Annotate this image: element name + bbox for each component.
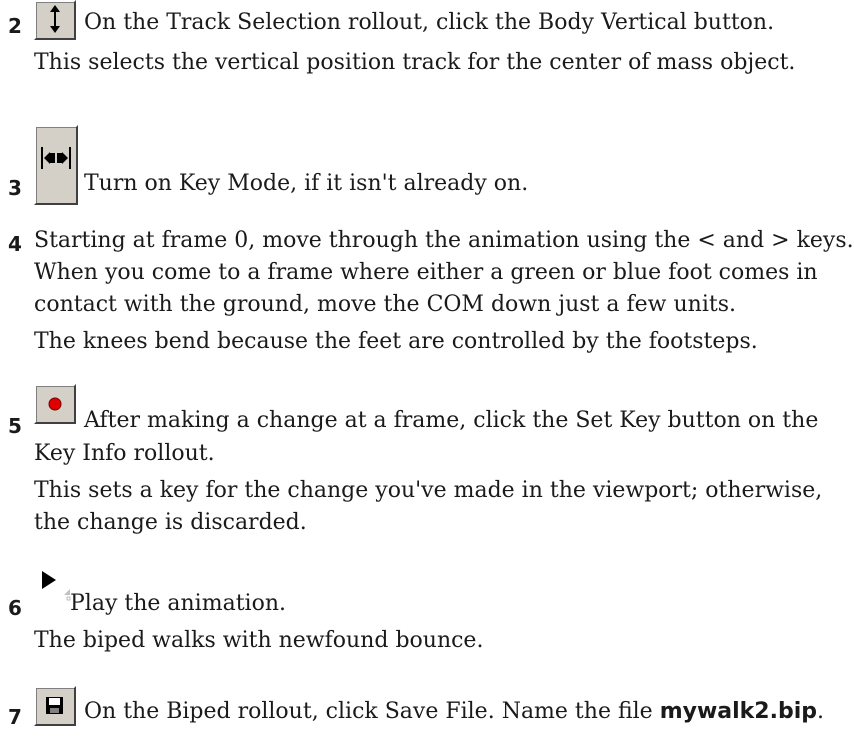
body-vertical-button[interactable] (34, 0, 76, 40)
set-key-icon (48, 397, 62, 411)
save-file-button[interactable] (34, 686, 76, 726)
step-result-line: the change is discarded. (34, 510, 307, 535)
step-number: 3 (8, 176, 22, 200)
step-instruction-line: contact with the ground, move the COM do… (34, 292, 736, 317)
step-number: 5 (8, 414, 22, 438)
step-number: 7 (8, 705, 22, 729)
file-name: mywalk2.bip (659, 699, 817, 724)
key-mode-button[interactable] (34, 125, 78, 205)
step-result-line: This sets a key for the change you've ma… (34, 478, 823, 503)
set-key-button[interactable] (34, 384, 76, 424)
body-vertical-icon (50, 5, 60, 33)
step-result: The knees bend because the feet are cont… (34, 329, 758, 354)
step-instruction-line: Key Info rollout. (34, 441, 215, 466)
step-instruction-line: When you come to a frame where either a … (34, 260, 818, 285)
step-instruction-line: Starting at frame 0, move through the an… (34, 228, 854, 253)
step-instruction: Play the animation. (70, 591, 286, 616)
key-mode-icon (41, 147, 71, 169)
step-number: 4 (8, 232, 22, 256)
step-instruction: Turn on Key Mode, if it isn't already on… (84, 171, 529, 196)
step-instruction-line: After making a change at a frame, click … (84, 408, 819, 433)
instruction-suffix: . (817, 699, 824, 724)
instruction-text: On the Biped rollout, click Save File. N… (84, 699, 660, 724)
step-instruction: On the Biped rollout, click Save File. N… (84, 695, 824, 728)
step-result: The biped walks with newfound bounce. (34, 628, 484, 653)
save-file-icon (46, 697, 63, 714)
step-instruction: On the Track Selection rollout, click th… (84, 10, 775, 35)
step-result: This selects the vertical position track… (34, 50, 796, 75)
step-number: 6 (8, 596, 22, 620)
step-number: 2 (8, 14, 22, 38)
